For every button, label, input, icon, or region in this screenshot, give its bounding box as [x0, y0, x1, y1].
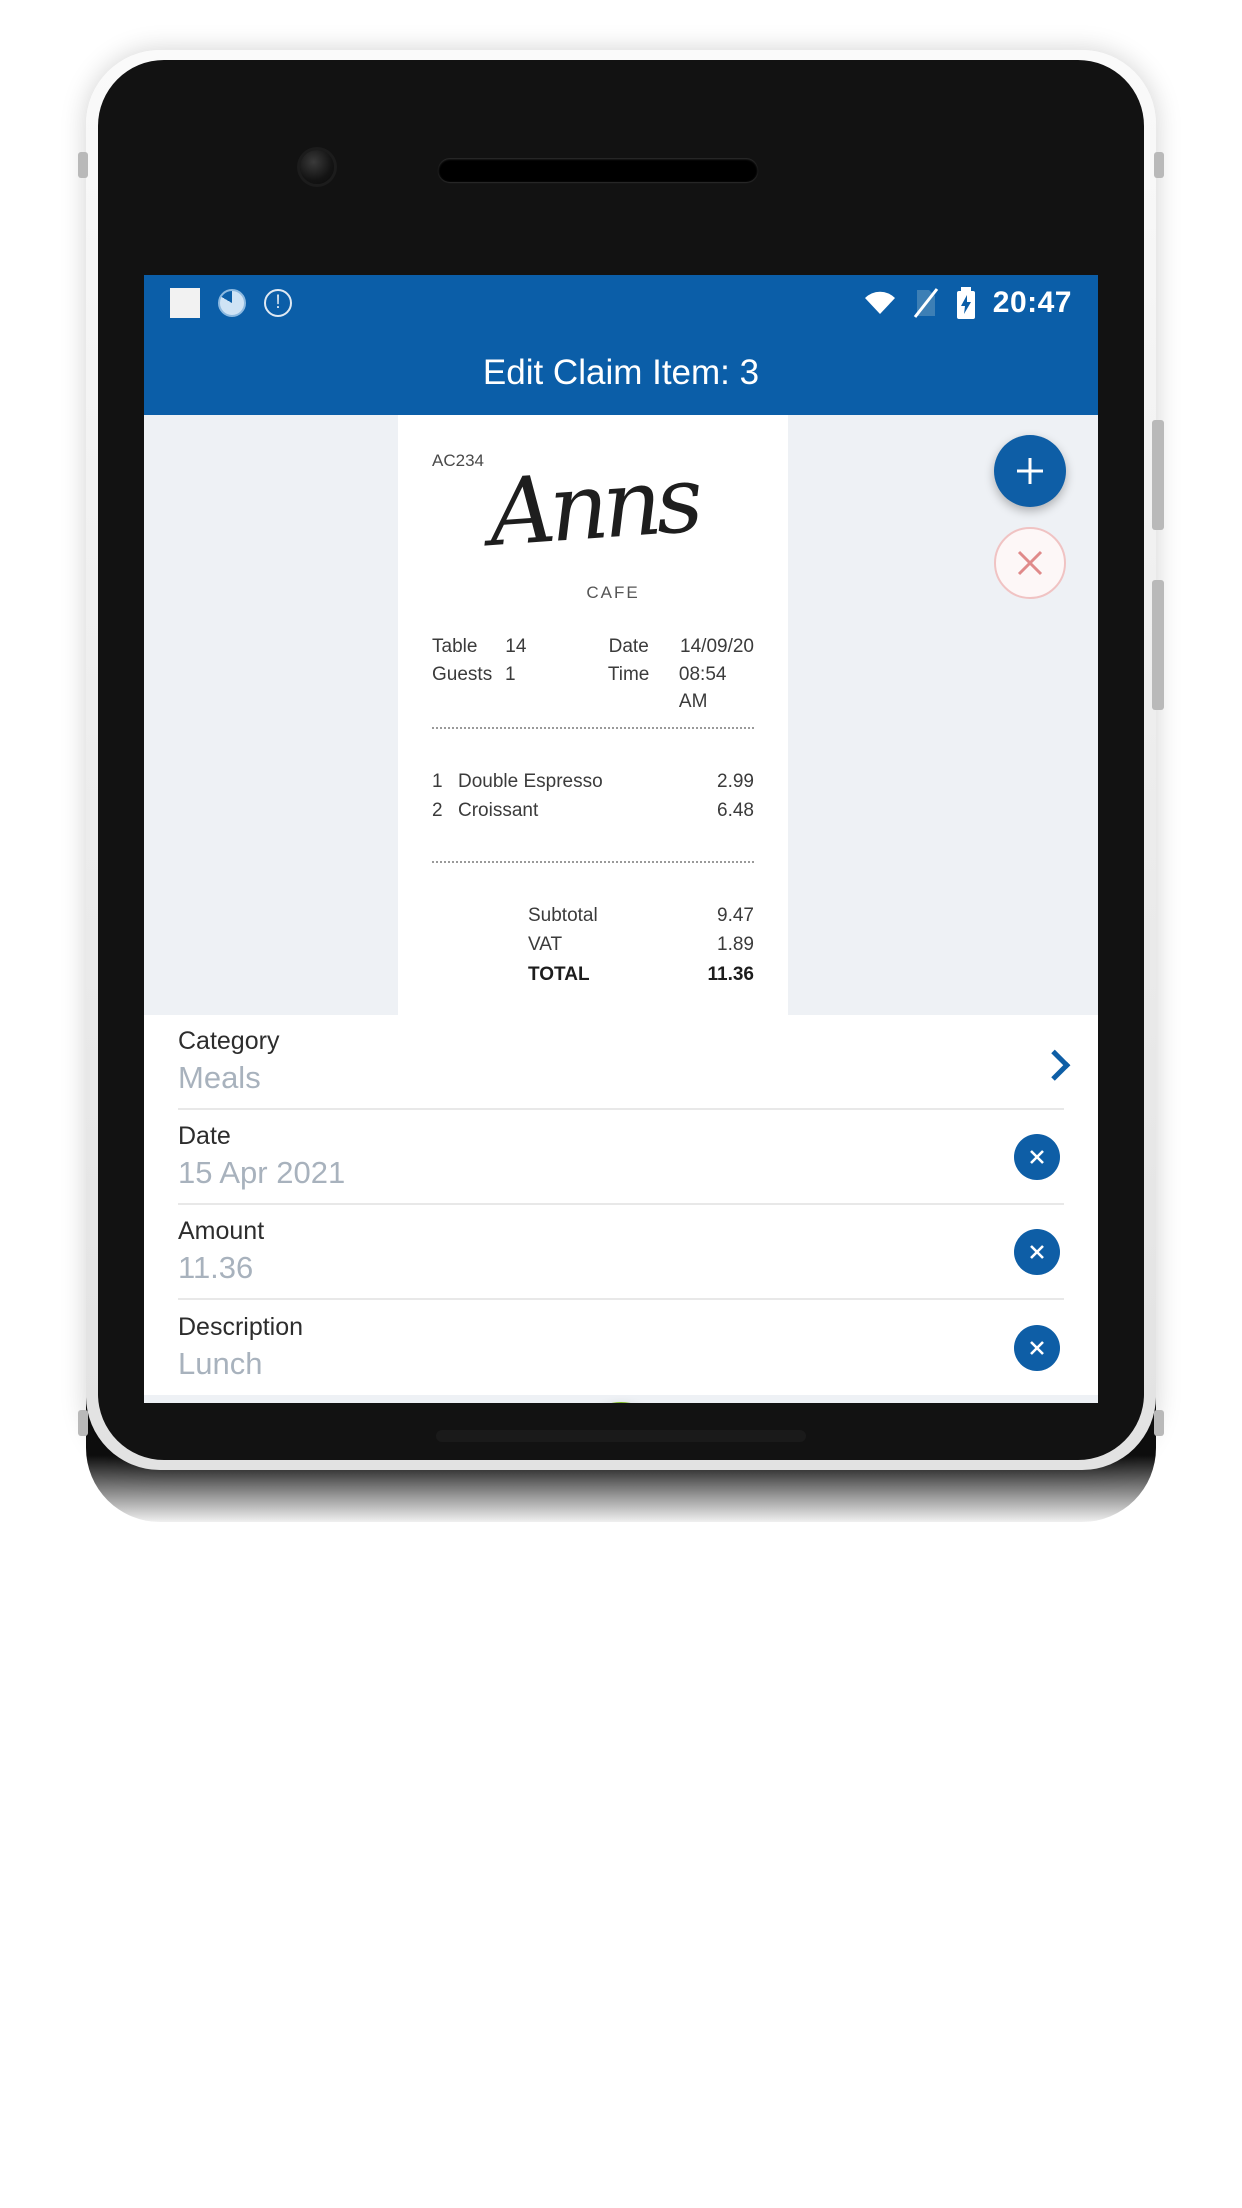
front-camera-icon: [300, 150, 334, 184]
close-icon: [1017, 550, 1043, 576]
receipt-image[interactable]: AC234 Anns CAFE Table 14 Date 14/09/20 G…: [398, 415, 788, 1015]
receipt-logo-subtitle: CAFE: [586, 583, 640, 602]
clear-date-button[interactable]: [1014, 1133, 1060, 1180]
bottom-speaker-grille: [436, 1430, 806, 1442]
receipt-item-amount: 6.48: [717, 800, 754, 822]
close-icon: [1030, 1244, 1044, 1259]
receipt-meta-value-date: 14/09/20: [680, 636, 754, 657]
receipt-subtotal-label: Subtotal: [528, 905, 598, 926]
side-button-left-top[interactable]: [78, 152, 88, 178]
receipt-item-qty: 1: [432, 771, 443, 792]
receipt-line-item: 1 Double Espresso 2.99: [432, 767, 754, 796]
earpiece-speaker: [438, 158, 758, 182]
app-viewport: ! 20:47 Edit Claim Item: 3 AC234 Anns CA…: [144, 275, 1098, 1403]
receipt-item-amount: 2.99: [717, 771, 754, 792]
info-icon: !: [264, 288, 292, 317]
receipt-subtotal-value: 9.47: [717, 905, 754, 926]
receipt-subtotal-row: Subtotal 9.47: [432, 901, 754, 930]
wifi-icon: [864, 291, 895, 314]
receipt-total-label: TOTAL: [528, 963, 590, 985]
receipt-meta-value-time: 08:54 AM: [678, 663, 727, 713]
status-bar-clock: 20:47: [992, 285, 1072, 319]
form-row-description[interactable]: Description Lunch: [178, 1300, 1064, 1395]
receipt-item-name: Double Espresso: [458, 771, 603, 792]
clock-icon: [218, 288, 246, 317]
white-square-icon: [170, 287, 200, 318]
receipt-meta-row: Table 14 Date 14/09/20: [432, 633, 754, 661]
close-icon: [1030, 1340, 1044, 1355]
category-label: Category: [178, 1027, 280, 1055]
receipt-vat-value: 1.89: [717, 934, 754, 956]
amount-label: Amount: [178, 1217, 265, 1245]
receipt-total-value: 11.36: [707, 963, 755, 985]
clear-description-button[interactable]: [1014, 1324, 1060, 1371]
close-icon: [1030, 1149, 1044, 1164]
receipt-meta-key-guests: Guests: [432, 663, 493, 685]
side-button-right-top[interactable]: [1154, 152, 1164, 178]
receipt-meta-row: Guests 1 Time 08:54 AM: [432, 661, 754, 716]
receipt-total-row: TOTAL 11.36: [432, 960, 754, 989]
app-title-bar: Edit Claim Item: 3: [144, 330, 1098, 415]
page-title: Edit Claim Item: 3: [482, 352, 760, 392]
receipt-meta-value-table: 14: [505, 636, 527, 657]
receipt-item-name: Croissant: [458, 800, 539, 822]
status-bar-left-icons: !: [170, 287, 292, 318]
form-row-date[interactable]: Date 15 Apr 2021: [178, 1110, 1064, 1205]
category-value: Meals: [178, 1060, 261, 1095]
receipt-meta-block: Table 14 Date 14/09/20 Guests 1 Time 08:…: [432, 633, 754, 716]
receipt-viewer[interactable]: AC234 Anns CAFE Table 14 Date 14/09/20 G…: [144, 415, 1098, 1015]
receipt-line-item: 2 Croissant 6.48: [432, 796, 754, 825]
receipt-meta-key-date: Date: [608, 636, 649, 657]
form-row-category[interactable]: Category Meals: [178, 1015, 1071, 1110]
receipt-meta-value-guests: 1: [504, 663, 516, 685]
clear-amount-button[interactable]: [1014, 1228, 1060, 1275]
plus-icon: [1017, 458, 1043, 484]
side-button-right-bottom[interactable]: [1154, 1410, 1164, 1436]
date-value: 15 Apr 2021: [178, 1155, 346, 1190]
receipt-item-qty: 2: [432, 800, 443, 822]
receipt-vat-row: VAT 1.89: [432, 930, 754, 959]
receipt-totals-block: Subtotal 9.47 VAT 1.89 TOTAL 11.36: [432, 901, 754, 989]
receipt-items-block: 1 Double Espresso 2.99 2 Croissant 6.48: [432, 767, 754, 826]
receipt-separator-bottom: [432, 861, 754, 863]
volume-button[interactable]: [1152, 420, 1164, 530]
power-button[interactable]: [1152, 580, 1164, 710]
add-receipt-button[interactable]: [994, 435, 1066, 507]
receipt-separator-top: [432, 727, 754, 729]
description-label: Description: [178, 1313, 304, 1341]
amount-value: 11.36: [178, 1250, 254, 1285]
remove-receipt-button[interactable]: [994, 527, 1066, 599]
status-bar: ! 20:47: [144, 275, 1098, 330]
side-button-left-bottom[interactable]: [78, 1410, 88, 1436]
status-bar-right-icons: 20:47: [863, 286, 1072, 320]
description-value: Lunch: [178, 1346, 263, 1381]
form-row-amount[interactable]: Amount 11.36: [178, 1205, 1064, 1300]
claim-item-form: Category Meals Date 15 Apr 2021 Amount 1…: [144, 1015, 1098, 1395]
no-sim-icon: [913, 287, 938, 318]
battery-charging-icon: [956, 286, 975, 319]
receipt-vat-label: VAT: [528, 934, 563, 956]
receipt-meta-key-table: Table: [432, 636, 478, 657]
date-label: Date: [178, 1122, 231, 1150]
receipt-meta-key-time: Time: [607, 663, 650, 685]
